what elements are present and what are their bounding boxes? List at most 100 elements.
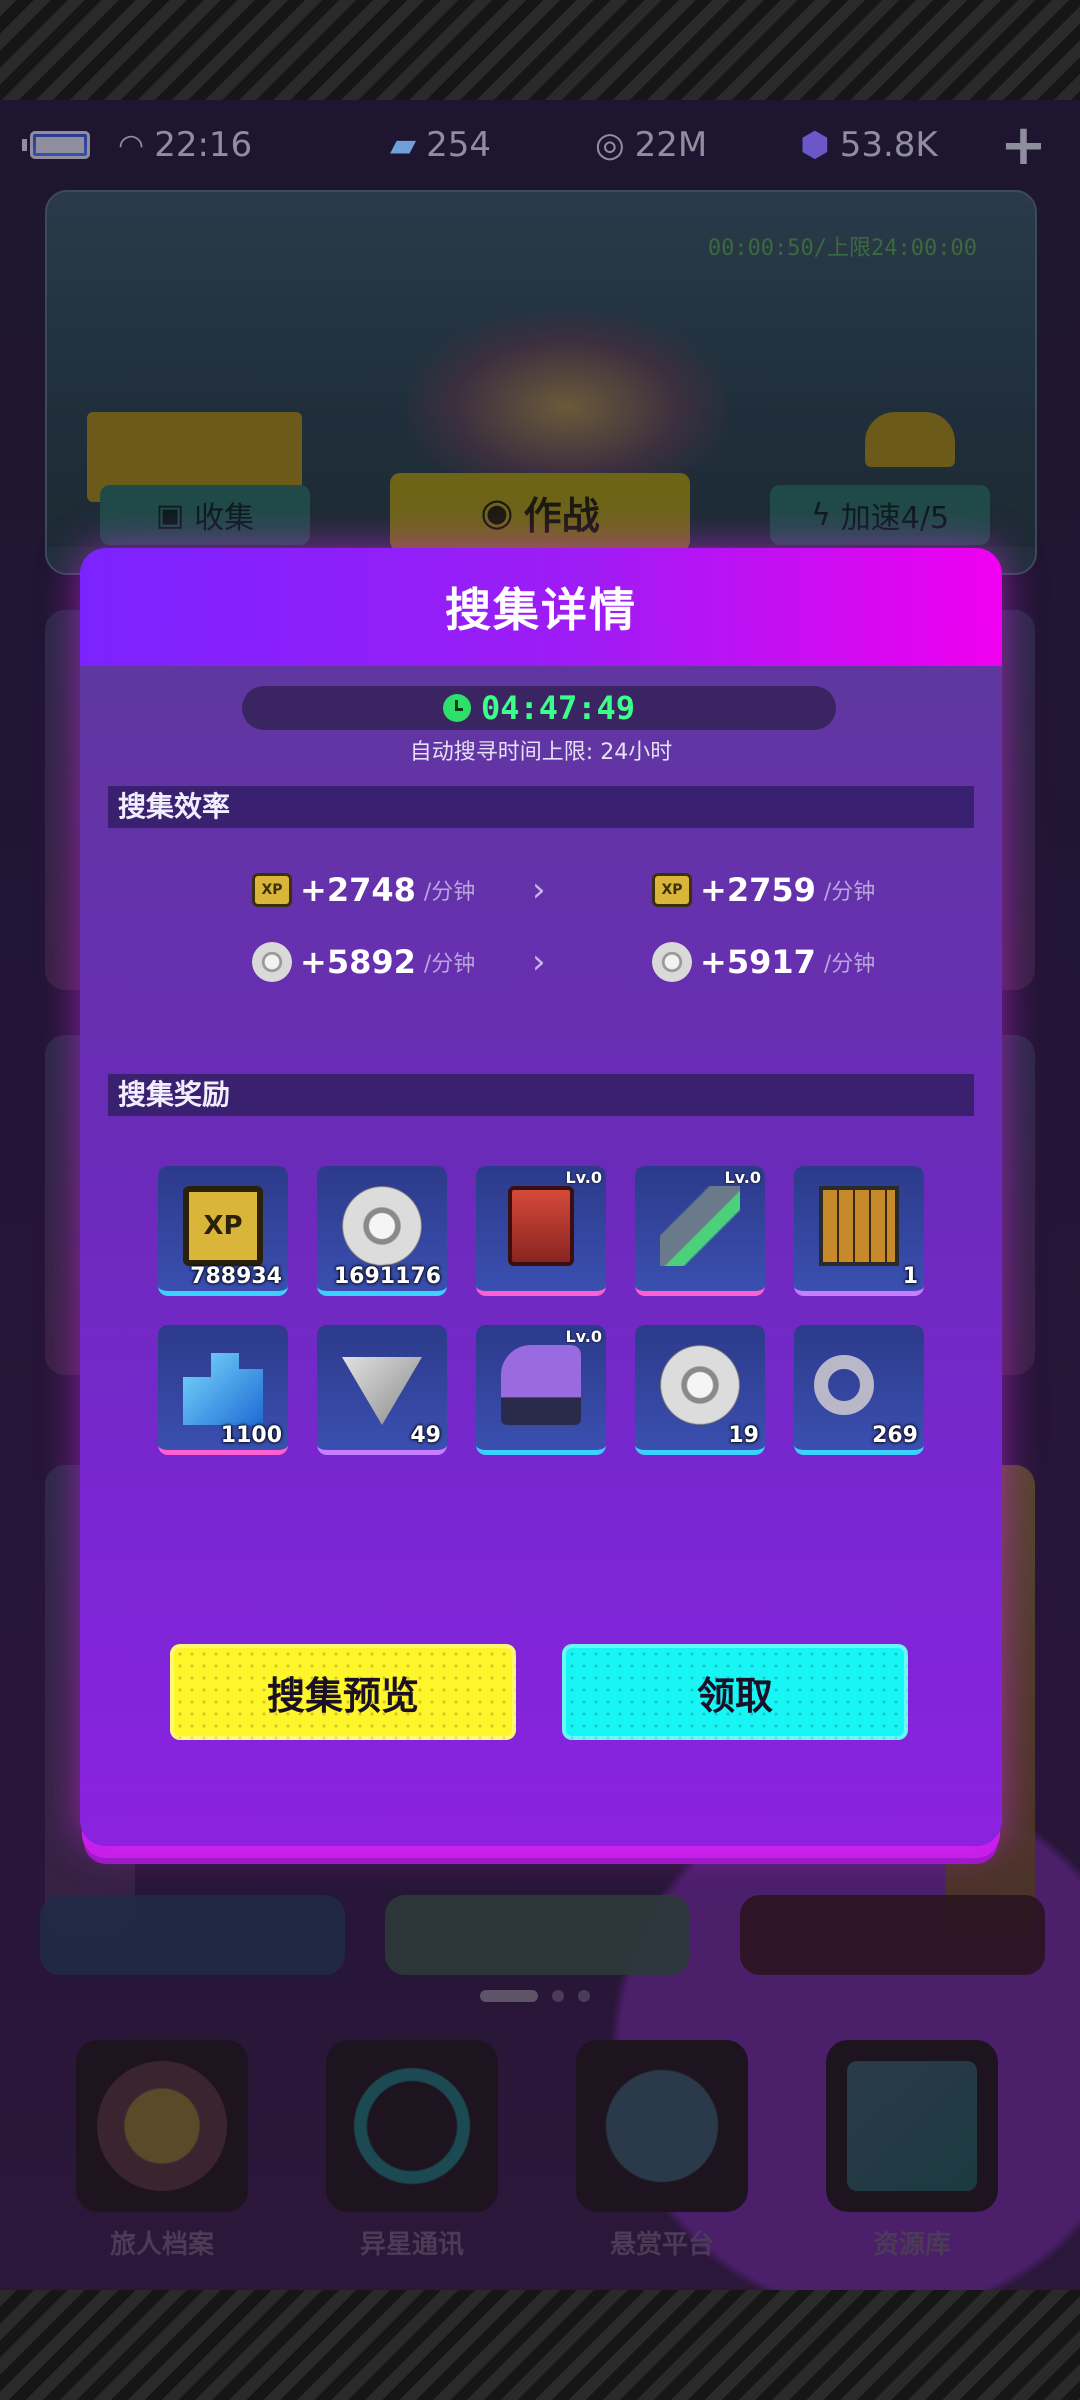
- xp-chip-icon: XP: [183, 1186, 263, 1266]
- forum-globe-icon: [597, 2061, 727, 2191]
- xp-chip-icon: XP: [252, 873, 292, 907]
- dock-label: 资源库: [872, 2230, 951, 2260]
- resource-gem[interactable]: ⬢ 53.8K: [800, 120, 938, 170]
- rate-unit: /分钟: [823, 880, 876, 905]
- item-count: 1100: [220, 1423, 282, 1448]
- item-count: 1: [902, 1264, 918, 1289]
- collection-details-modal: 搜集详情 04:47:49 自动搜寻时间上限: 24小时 搜集效率 XP +27…: [80, 548, 1002, 1846]
- section-rewards: 搜集奖励: [108, 1074, 974, 1116]
- countdown-value: 04:47:49: [480, 689, 636, 727]
- tab-label: 加速4/5: [840, 501, 950, 536]
- add-resource-button[interactable]: +: [1000, 113, 1047, 178]
- page-dot: [578, 1990, 590, 2002]
- reward-item-green-blade[interactable]: Lv.0: [635, 1166, 765, 1296]
- time-text: 22:16: [154, 125, 253, 165]
- coin-rate-current: +5892 /分钟: [252, 940, 475, 984]
- modal-title: 搜集详情: [445, 583, 637, 637]
- resource-value: 254: [426, 125, 492, 165]
- reward-item-red-armor[interactable]: Lv.0: [476, 1166, 606, 1296]
- section-efficiency: 搜集效率: [108, 786, 974, 828]
- lightning-icon: ϟ: [810, 497, 831, 533]
- tab-label: 作战: [523, 493, 600, 538]
- rate-unit: /分钟: [423, 880, 476, 905]
- item-level: Lv.0: [724, 1168, 761, 1187]
- time-limit-text: 自动搜寻时间上限: 24小时: [409, 740, 673, 765]
- coin-icon: [660, 1345, 740, 1425]
- dock-label: 悬赏平台: [609, 2230, 714, 2260]
- item-level: Lv.0: [565, 1168, 602, 1187]
- reward-item-infinity-ring[interactable]: 269: [794, 1325, 924, 1455]
- reward-item-coin[interactable]: 19: [635, 1325, 765, 1455]
- green-blade-icon: [660, 1186, 740, 1266]
- blue-crystal-blocks-icon: [183, 1353, 263, 1425]
- dock-traveler-archive[interactable]: 旅人档案: [76, 2040, 248, 2261]
- dock-label: 异星通讯: [359, 2230, 464, 2260]
- infinity-ring-icon: [814, 1355, 874, 1415]
- rate-value: +5917: [700, 943, 816, 981]
- reward-item-crystal-blocks[interactable]: 1100: [158, 1325, 288, 1455]
- reward-item-chess-board[interactable]: 1: [794, 1166, 924, 1296]
- page-dot: [552, 1990, 564, 2002]
- bandage-icon: ▰: [390, 125, 417, 165]
- item-count: 788934: [190, 1264, 282, 1289]
- dock-alien-comms[interactable]: 异星通讯: [326, 2040, 498, 2261]
- coin-icon: [342, 1186, 422, 1266]
- resource-coin[interactable]: ◎ 22M: [595, 120, 707, 170]
- claim-button[interactable]: 领取: [562, 1644, 908, 1740]
- dock-resource-library[interactable]: 资源库: [826, 2040, 998, 2261]
- item-count: 269: [872, 1423, 918, 1448]
- coin-icon: ◎: [595, 125, 625, 165]
- page-dot-active: [480, 1990, 538, 2002]
- collect-preview-button[interactable]: 搜集预览: [170, 1644, 516, 1740]
- coin-icon: [652, 942, 692, 982]
- clock-icon: [442, 694, 471, 722]
- dock-label: 旅人档案: [109, 2230, 214, 2260]
- rate-value: +2759: [700, 871, 816, 909]
- rate-unit: /分钟: [423, 952, 476, 977]
- background-card: [40, 1895, 345, 1975]
- chevron-right-icon: ›: [532, 870, 546, 910]
- status-bar: ◠ 22:16 ▰ 254 ◎ 22M ⬢ 53.8K +: [0, 113, 1080, 178]
- chess-board-icon: [819, 1186, 899, 1266]
- resource-value: 53.8K: [839, 125, 938, 165]
- add-label: +: [1000, 112, 1047, 178]
- resource-value: 22M: [634, 125, 708, 165]
- top-frame-stripe: [0, 0, 1080, 100]
- reward-item-xp-chip[interactable]: XP 788934: [158, 1166, 288, 1296]
- coin-icon: [252, 942, 292, 982]
- clock-time: ◠ 22:16: [118, 120, 252, 170]
- modal-header: 搜集详情: [80, 548, 1002, 666]
- bottom-frame-stripe: [0, 2290, 1080, 2400]
- wifi-icon: ◠: [118, 127, 145, 163]
- tab-speed-up[interactable]: ϟ 加速4/5: [770, 485, 990, 545]
- coin-rate-next: +5917 /分钟: [652, 940, 875, 984]
- resource-bandage[interactable]: ▰ 254: [390, 120, 491, 170]
- item-count: 49: [410, 1423, 441, 1448]
- xp-rate-current: XP +2748 /分钟: [252, 868, 475, 912]
- tab-battle[interactable]: ◉ 作战: [390, 473, 690, 551]
- location-pin-icon: ◉: [480, 490, 514, 534]
- silver-triangle-icon: [342, 1357, 422, 1425]
- item-count: 19: [728, 1423, 759, 1448]
- box-icon: ▣: [155, 497, 185, 533]
- pacman-comms-icon: [347, 2061, 477, 2191]
- stage-timer: 00:00:50/上限24:00:00: [707, 236, 977, 261]
- dock-bounty-platform[interactable]: 悬赏平台: [576, 2040, 748, 2261]
- traveler-archive-icon: [97, 2061, 227, 2191]
- gem-icon: ⬢: [800, 125, 830, 165]
- xp-rate-next: XP +2759 /分钟: [652, 868, 875, 912]
- xp-chip-icon: XP: [652, 873, 692, 907]
- bottom-dock: 旅人档案 异星通讯 悬赏平台 资源库: [0, 2040, 1080, 2270]
- roller-skate-icon: [501, 1345, 581, 1425]
- item-count: 1691176: [333, 1264, 441, 1289]
- reward-item-silver-triangle[interactable]: 49: [317, 1325, 447, 1455]
- rate-value: +5892: [300, 943, 416, 981]
- tab-collect[interactable]: ▣ 收集: [100, 485, 310, 545]
- reward-item-coin[interactable]: 1691176: [317, 1166, 447, 1296]
- red-armor-icon: [508, 1186, 574, 1266]
- resource-cube-icon: [847, 2061, 977, 2191]
- rate-unit: /分钟: [823, 952, 876, 977]
- item-level: Lv.0: [565, 1327, 602, 1346]
- rate-value: +2748: [300, 871, 416, 909]
- reward-item-roller-skate[interactable]: Lv.0: [476, 1325, 606, 1455]
